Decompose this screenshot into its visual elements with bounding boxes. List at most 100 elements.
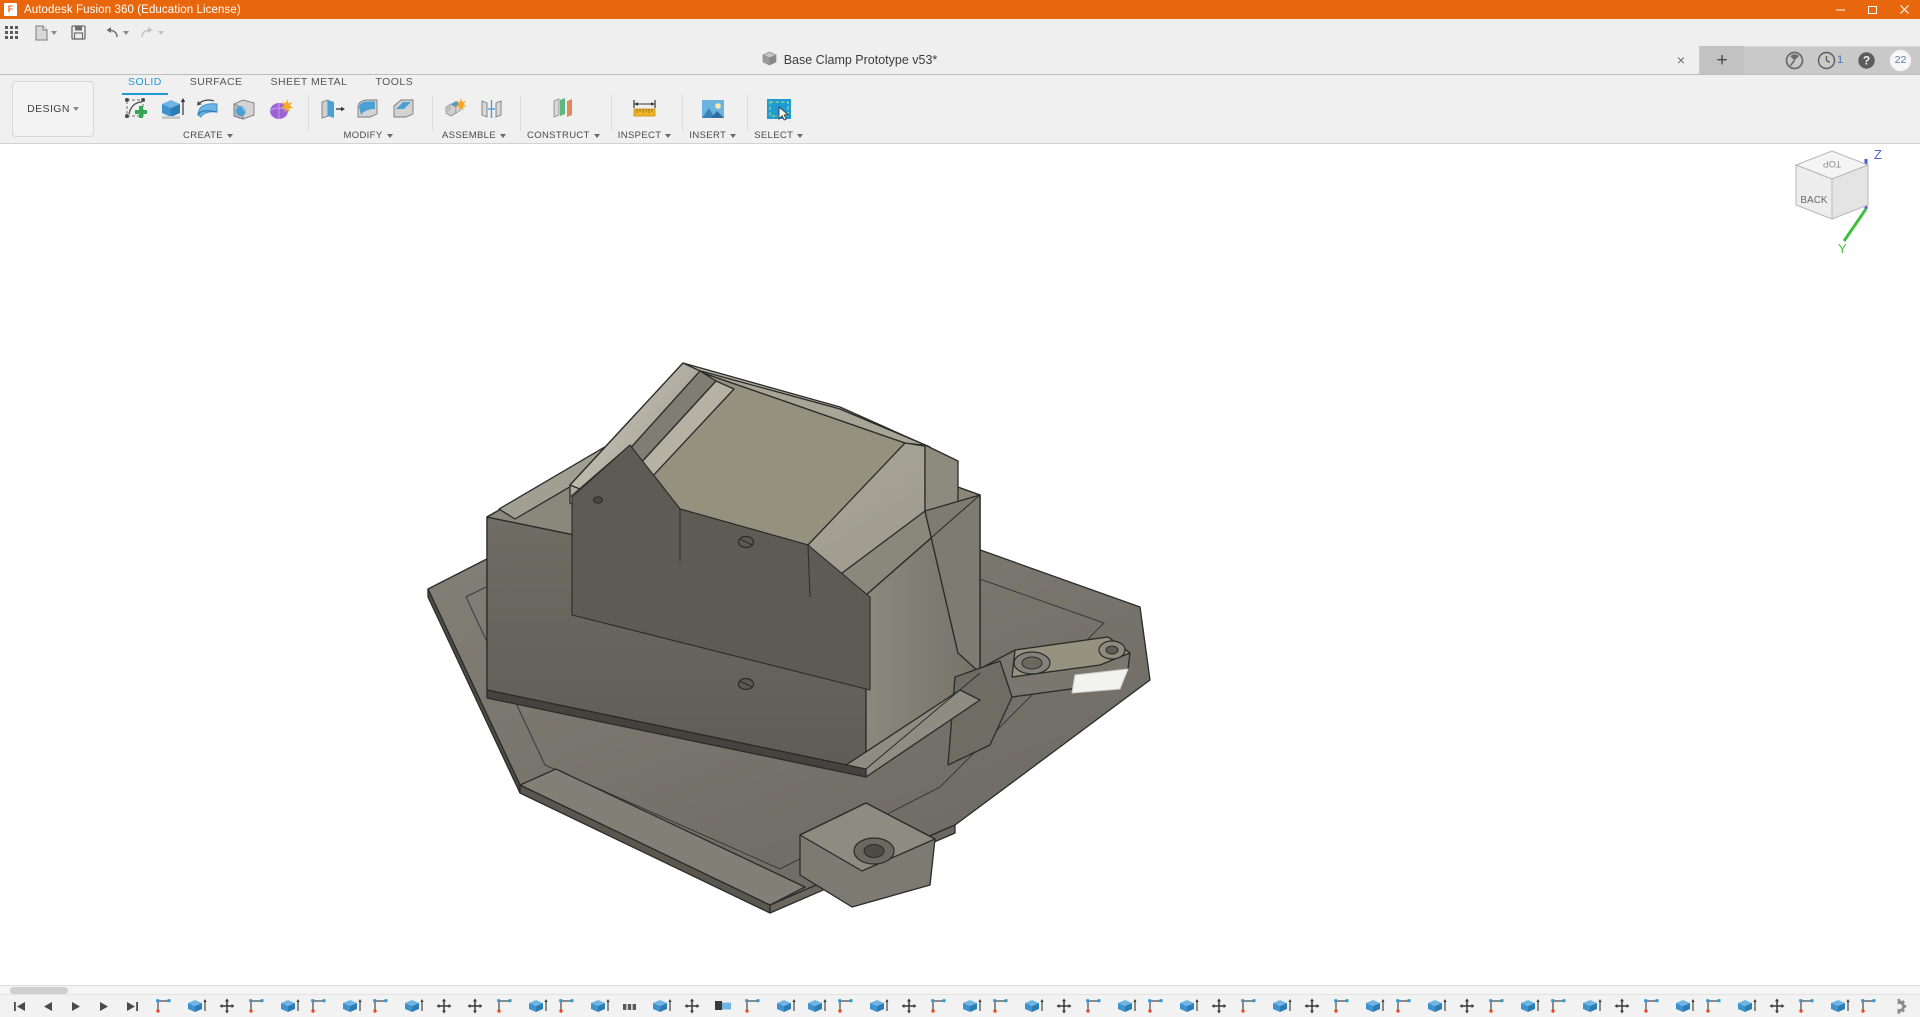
tab-sheet-metal[interactable]: SHEET METAL [257,75,362,93]
fillet-icon[interactable] [351,93,385,127]
close-icon[interactable]: × [1677,53,1685,67]
construct-chevron-down-icon[interactable] [593,133,600,138]
panel-construct-label[interactable]: CONSTRUCT [527,130,600,141]
timeline-feature-extrude[interactable] [1576,995,1607,1017]
timeline-feature-sketch[interactable] [1390,995,1421,1017]
joint-icon[interactable] [475,93,509,127]
timeline-feature-extrude[interactable] [522,995,553,1017]
sweep-icon[interactable] [227,93,261,127]
viewport-canvas[interactable]: Z Y TOP BACK [0,145,1920,985]
timeline-feature-extrude[interactable] [801,995,832,1017]
tab-solid[interactable]: SOLID [114,75,176,95]
timeline-play-button[interactable] [62,995,90,1017]
close-button[interactable] [1888,0,1920,19]
timeline-feature-move[interactable] [1762,995,1793,1017]
press-pull-icon[interactable] [315,93,349,127]
panel-select-label[interactable]: SELECT [754,130,804,141]
timeline-feature-sketch[interactable] [987,995,1018,1017]
timeline-feature-extrude[interactable] [770,995,801,1017]
timeline-feature-sketch[interactable] [1545,995,1576,1017]
timeline-feature-fillet[interactable] [615,995,646,1017]
recent-activity-icon[interactable]: 1 [1811,46,1849,74]
redo-chevron-down-icon[interactable] [158,30,164,35]
tab-surface[interactable]: SURFACE [176,75,257,93]
timeline-feature-sketch[interactable] [832,995,863,1017]
workspace-selector[interactable]: DESIGN [12,81,94,137]
timeline-feature-extrude[interactable] [646,995,677,1017]
timeline-feature-list[interactable] [146,995,1886,1017]
select-chevron-down-icon[interactable] [797,133,804,138]
timeline-feature-sketch[interactable] [367,995,398,1017]
timeline-feature-sketch[interactable] [1080,995,1111,1017]
undo-chevron-down-icon[interactable] [123,30,129,35]
timeline-feature-extrude[interactable] [1173,995,1204,1017]
timeline-feature-extrude[interactable] [1359,995,1390,1017]
assemble-chevron-down-icon[interactable] [500,133,506,138]
timeline-feature-extrude[interactable] [1669,995,1700,1017]
timeline-feature-extrude[interactable] [336,995,367,1017]
timeline-feature-move[interactable] [1297,995,1328,1017]
modify-chevron-down-icon[interactable] [386,133,393,138]
timeline-skip-to-start-button[interactable] [6,995,34,1017]
timeline-feature-sketch[interactable] [925,995,956,1017]
panel-assemble-label[interactable]: ASSEMBLE [442,130,506,141]
timeline-scrollbar-thumb[interactable] [10,987,68,994]
timeline-feature-move[interactable] [1452,995,1483,1017]
new-document-tab-button[interactable]: + [1700,46,1744,74]
inspect-chevron-down-icon[interactable] [665,133,672,138]
chamfer-icon[interactable] [387,93,421,127]
timeline-feature-move[interactable] [212,995,243,1017]
maximize-button[interactable] [1856,0,1888,19]
timeline-step-forward-button[interactable] [90,995,118,1017]
cad-model[interactable] [0,145,1920,985]
timeline-feature-sketch[interactable] [150,995,181,1017]
save-button[interactable] [66,20,91,46]
new-file-button[interactable] [31,20,60,46]
timeline-feature-sketch[interactable] [1855,995,1886,1017]
select-window-icon[interactable] [762,93,796,127]
panel-insert-label[interactable]: INSERT [689,130,737,141]
timeline-feature-sketch[interactable] [1142,995,1173,1017]
timeline-feature-sketch[interactable] [553,995,584,1017]
timeline-feature-extrude[interactable] [863,995,894,1017]
revolve-icon[interactable] [191,93,225,127]
viewcube[interactable]: Z Y TOP BACK [1774,145,1894,262]
tab-tools[interactable]: TOOLS [361,75,427,93]
form-icon[interactable] [263,93,297,127]
timeline-feature-extrude[interactable] [584,995,615,1017]
timeline-feature-sketch[interactable] [1793,995,1824,1017]
job-status-icon[interactable] [1779,46,1809,74]
create-chevron-down-icon[interactable] [226,133,233,138]
timeline-feature-extrude[interactable] [181,995,212,1017]
timeline-feature-sketch[interactable] [1638,995,1669,1017]
timeline-feature-extrude[interactable] [1824,995,1855,1017]
timeline-feature-sketch[interactable] [1700,995,1731,1017]
timeline-feature-extrude[interactable] [1421,995,1452,1017]
timeline-step-back-button[interactable] [34,995,62,1017]
create-sketch-icon[interactable] [119,93,153,127]
offset-plane-icon[interactable] [546,93,580,127]
timeline-feature-extrude[interactable] [398,995,429,1017]
timeline-feature-move[interactable] [1049,995,1080,1017]
timeline-scrollbar[interactable] [0,986,1920,995]
timeline-feature-move[interactable] [1607,995,1638,1017]
extrude-icon[interactable] [155,93,189,127]
timeline-feature-sketch[interactable] [1235,995,1266,1017]
timeline-feature-extrude[interactable] [1018,995,1049,1017]
help-icon[interactable]: ? [1851,46,1881,74]
timeline-feature-extrude[interactable] [1111,995,1142,1017]
panel-modify-label[interactable]: MODIFY [343,130,393,141]
undo-button[interactable] [101,20,132,46]
measure-icon[interactable] [628,93,662,127]
workspace-chevron-down-icon[interactable] [72,107,79,111]
timeline-feature-move[interactable] [677,995,708,1017]
timeline-feature-sketch[interactable] [1483,995,1514,1017]
timeline-feature-shell[interactable] [708,995,739,1017]
new-file-chevron-down-icon[interactable] [51,30,57,35]
timeline-feature-extrude[interactable] [274,995,305,1017]
timeline-settings-icon[interactable] [1886,995,1914,1017]
timeline-skip-to-end-button[interactable] [118,995,146,1017]
timeline-feature-sketch[interactable] [243,995,274,1017]
redo-button[interactable] [136,20,167,46]
insert-image-icon[interactable] [696,93,730,127]
